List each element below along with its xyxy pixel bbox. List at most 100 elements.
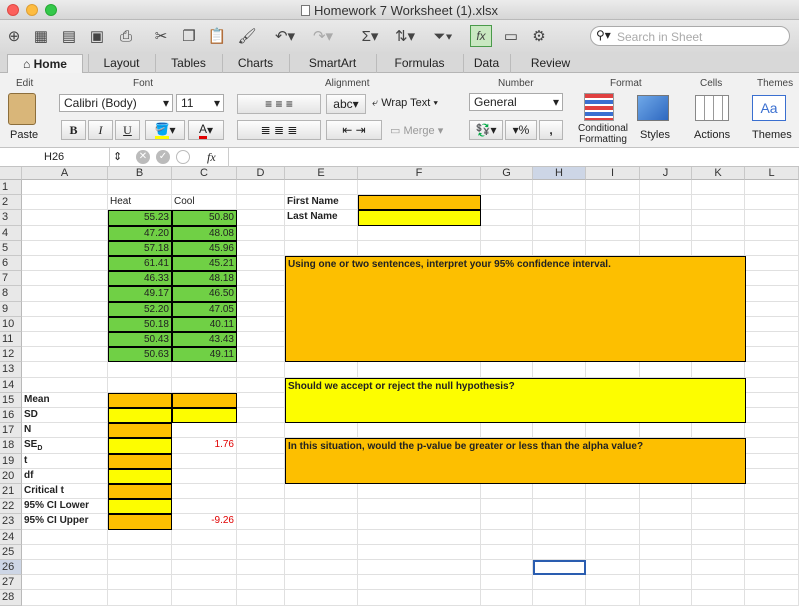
cell[interactable]	[172, 590, 237, 606]
cool-value[interactable]: 45.21	[172, 256, 237, 272]
cell[interactable]	[22, 240, 108, 256]
cell[interactable]	[481, 514, 533, 530]
cool-value[interactable]: 50.80	[172, 210, 237, 226]
cell[interactable]	[745, 210, 799, 226]
cell[interactable]	[640, 529, 692, 545]
sort-icon[interactable]: ⇅▾	[390, 25, 420, 47]
cool-value[interactable]: 49.11	[172, 347, 237, 363]
cell[interactable]	[285, 544, 358, 560]
cell[interactable]	[285, 529, 358, 545]
cell[interactable]	[533, 210, 586, 226]
cell[interactable]	[358, 362, 481, 378]
paste-icon[interactable]: 📋	[206, 25, 228, 47]
gallery-icon[interactable]: ▭	[500, 25, 522, 47]
cell[interactable]	[586, 575, 640, 591]
cell[interactable]	[533, 362, 586, 378]
orientation-button[interactable]: abc ▾	[326, 94, 366, 114]
cool-value[interactable]: 48.18	[172, 271, 237, 287]
cell[interactable]	[533, 240, 586, 256]
cell[interactable]	[692, 362, 745, 378]
cell[interactable]	[745, 377, 799, 393]
cool-value[interactable]: 47.05	[172, 301, 237, 317]
cell[interactable]	[285, 362, 358, 378]
cell[interactable]	[237, 408, 285, 424]
cell[interactable]	[481, 590, 533, 606]
merge-button[interactable]: ▭ Merge ▾	[390, 124, 443, 137]
row-header-26[interactable]: 26	[0, 560, 22, 576]
cell[interactable]	[22, 377, 108, 393]
cell[interactable]	[586, 529, 640, 545]
cell[interactable]	[586, 240, 640, 256]
new-from-template-icon[interactable]: ⊕	[3, 25, 25, 47]
cell[interactable]	[22, 256, 108, 272]
heat-value[interactable]: 47.20	[108, 225, 172, 241]
row-header-6[interactable]: 6	[0, 256, 22, 272]
answer-cell-b[interactable]	[108, 392, 172, 408]
cell[interactable]	[237, 256, 285, 272]
themes-button[interactable]: Themes	[752, 129, 792, 141]
row-header-17[interactable]: 17	[0, 423, 22, 439]
row-header-12[interactable]: 12	[0, 347, 22, 363]
conditional-formatting-button[interactable]: Conditional Formatting	[575, 123, 631, 145]
cell[interactable]	[358, 529, 481, 545]
cell[interactable]	[237, 392, 285, 408]
cell[interactable]	[586, 423, 640, 439]
cancel-icon[interactable]: ✕	[136, 150, 150, 164]
cell[interactable]	[745, 438, 799, 454]
row-header-4[interactable]: 4	[0, 225, 22, 241]
cell[interactable]	[285, 499, 358, 515]
insert-function-circle-icon[interactable]	[176, 150, 190, 164]
cell[interactable]	[533, 514, 586, 530]
cell[interactable]	[533, 590, 586, 606]
row-header-15[interactable]: 15	[0, 392, 22, 408]
cell[interactable]	[533, 195, 586, 211]
cell[interactable]	[237, 560, 285, 576]
cell[interactable]	[692, 240, 745, 256]
cell[interactable]	[481, 560, 533, 576]
cell[interactable]	[22, 575, 108, 591]
row-header-2[interactable]: 2	[0, 195, 22, 211]
cell[interactable]	[172, 453, 237, 469]
row-header-28[interactable]: 28	[0, 590, 22, 606]
row-header-14[interactable]: 14	[0, 377, 22, 393]
cell[interactable]	[172, 423, 237, 439]
cell[interactable]	[745, 362, 799, 378]
cool-value[interactable]: 46.50	[172, 286, 237, 302]
cell[interactable]	[745, 514, 799, 530]
cell[interactable]	[237, 544, 285, 560]
cell[interactable]	[533, 423, 586, 439]
cell[interactable]	[533, 544, 586, 560]
cell[interactable]	[237, 423, 285, 439]
cell[interactable]	[22, 286, 108, 302]
cells-icon[interactable]	[695, 95, 729, 121]
cell[interactable]	[285, 225, 358, 241]
cell[interactable]	[237, 240, 285, 256]
themes-icon[interactable]: Aa	[752, 95, 786, 121]
column-header-d[interactable]: D	[237, 167, 285, 180]
cell[interactable]	[237, 499, 285, 515]
cell[interactable]	[285, 240, 358, 256]
cell[interactable]	[285, 514, 358, 530]
cell[interactable]	[692, 575, 745, 591]
cell[interactable]	[237, 590, 285, 606]
cell[interactable]	[237, 484, 285, 500]
cell[interactable]	[481, 180, 533, 196]
cell[interactable]	[22, 271, 108, 287]
cell[interactable]	[237, 286, 285, 302]
cell[interactable]	[237, 301, 285, 317]
stat-label[interactable]: Critical t	[22, 484, 108, 500]
cell[interactable]	[745, 590, 799, 606]
cell[interactable]	[285, 423, 358, 439]
horizontal-align-buttons[interactable]: ≣ ≣ ≣	[237, 120, 321, 140]
p-value-answer-box[interactable]: In this situation, would the p-value be …	[285, 438, 746, 484]
cell[interactable]	[640, 590, 692, 606]
redo-icon[interactable]: ↷▾	[308, 25, 338, 47]
cell[interactable]	[586, 484, 640, 500]
stat-label[interactable]: SD	[22, 408, 108, 424]
cell[interactable]	[745, 332, 799, 348]
cell[interactable]	[745, 240, 799, 256]
cell[interactable]	[745, 316, 799, 332]
name-box[interactable]: H26	[0, 148, 110, 167]
cell[interactable]	[640, 575, 692, 591]
cell[interactable]	[533, 499, 586, 515]
